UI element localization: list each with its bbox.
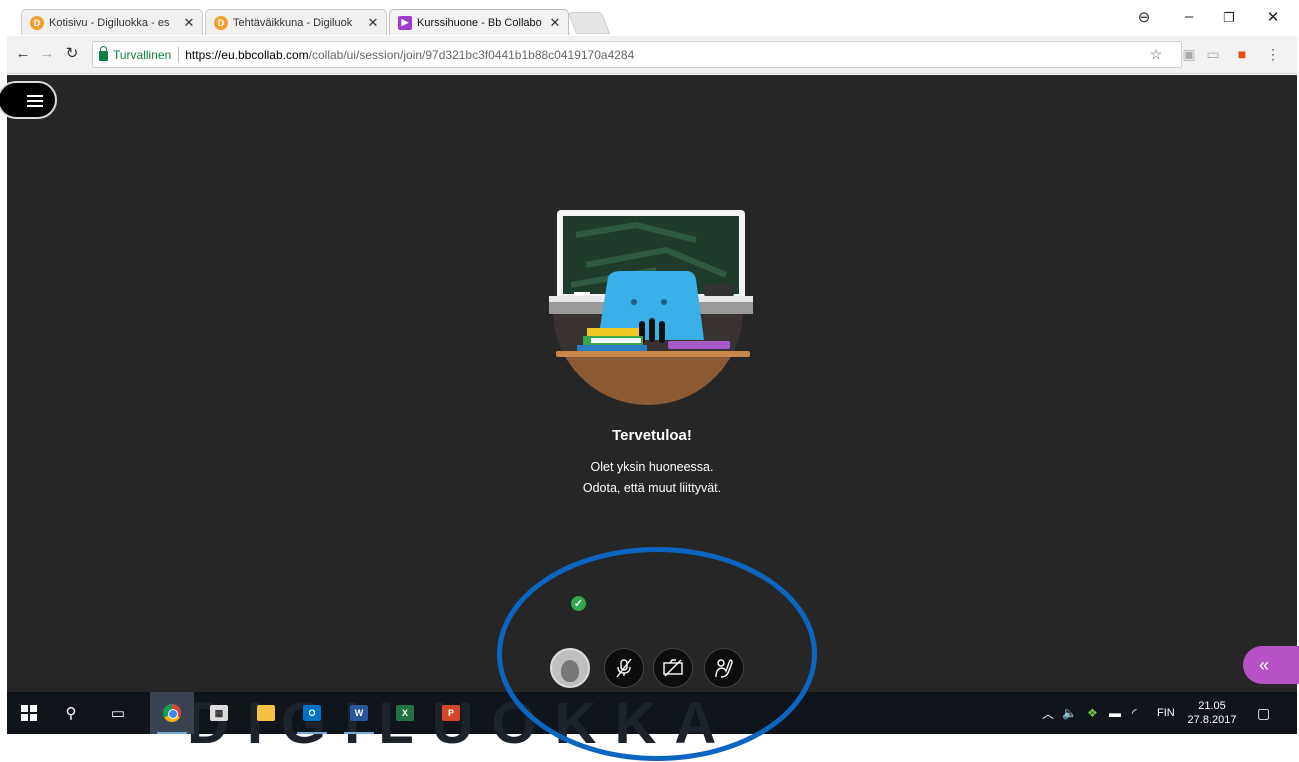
windows-logo-icon bbox=[21, 705, 37, 721]
url-path: /collab/ui/session/join/97d321bc3f0441b1… bbox=[308, 47, 635, 62]
folder-icon bbox=[257, 705, 275, 721]
clock-time: 21.05 bbox=[1198, 700, 1226, 712]
microphone-muted-icon bbox=[616, 658, 632, 678]
calculator-icon: ▦ bbox=[210, 705, 228, 721]
powerpoint-taskbar-button[interactable]: P bbox=[429, 692, 473, 734]
my-status-avatar-button[interactable] bbox=[550, 648, 590, 688]
chrome-taskbar-button[interactable] bbox=[150, 692, 194, 734]
secure-label: Turvallinen bbox=[113, 47, 172, 62]
wifi-icon[interactable]: ◜ bbox=[1132, 692, 1137, 734]
task-view-icon[interactable]: ▭ bbox=[96, 692, 140, 734]
raise-hand-icon bbox=[715, 659, 733, 678]
battery-icon[interactable]: ▬ bbox=[1109, 692, 1121, 734]
powerpoint-icon: P bbox=[442, 705, 460, 721]
start-button[interactable] bbox=[7, 692, 51, 734]
word-taskbar-button[interactable]: W bbox=[337, 692, 381, 734]
volume-icon[interactable]: 🔈 bbox=[1062, 692, 1077, 734]
bookmark-star-icon[interactable]: ☆ bbox=[1147, 46, 1165, 63]
forward-icon[interactable]: → bbox=[38, 45, 56, 63]
camera-toggle-button[interactable] bbox=[653, 648, 693, 688]
camera-off-icon bbox=[663, 659, 683, 677]
more-menu-icon[interactable]: ⋮ bbox=[1264, 46, 1282, 63]
tab-tehtavaikkuna[interactable]: D Tehtäväikkuna - Digiluok ✕ bbox=[205, 9, 387, 35]
account-icon[interactable]: ⊖ bbox=[1134, 8, 1154, 26]
tab-kurssihuone[interactable]: ▶ Kurssihuone - Bb Collabo ✕ bbox=[389, 9, 569, 35]
calculator-taskbar-button[interactable]: ▦ bbox=[197, 692, 241, 734]
url-host: https://eu.bbcollab.com bbox=[185, 47, 309, 62]
cast-icon[interactable]: ▭ bbox=[1204, 46, 1222, 63]
welcome-title: Tervetuloa! bbox=[612, 427, 692, 444]
outlook-taskbar-button[interactable]: O bbox=[290, 692, 334, 734]
divider bbox=[178, 46, 180, 63]
microphone-toggle-button[interactable] bbox=[604, 648, 644, 688]
menu-line bbox=[27, 95, 43, 97]
tab-title: Kotisivu - Digiluokka - es bbox=[49, 16, 170, 29]
bb-collaborate-icon: ▶ bbox=[398, 15, 412, 30]
file-explorer-taskbar-button[interactable] bbox=[244, 692, 288, 734]
screenshot: D Kotisivu - Digiluokka - es ✕ D Tehtävä… bbox=[0, 0, 1299, 762]
close-tab-icon[interactable]: ✕ bbox=[366, 15, 380, 31]
close-tab-icon[interactable]: ✕ bbox=[182, 15, 196, 31]
lock-icon bbox=[99, 45, 108, 61]
digiluokka-icon: D bbox=[30, 15, 44, 30]
session-menu-button[interactable] bbox=[0, 81, 57, 119]
status-check-icon: ✓ bbox=[569, 594, 588, 613]
back-icon[interactable]: ← bbox=[14, 45, 32, 63]
close-window-button[interactable]: ✕ bbox=[1263, 8, 1283, 26]
menu-line bbox=[27, 105, 43, 107]
browser-tab-strip: D Kotisivu - Digiluokka - es ✕ D Tehtävä… bbox=[7, 0, 1297, 36]
pdf-extension-icon[interactable]: ▣ bbox=[1180, 46, 1198, 63]
office-extension-icon[interactable]: ■ bbox=[1233, 46, 1251, 62]
windows-taskbar: DIGILUOKKA ⚲ ▭ ▦ O W X P ︿ 🔈 ❖ ▬ ◜ FIN 2… bbox=[7, 691, 1297, 756]
input-language-button[interactable]: FIN bbox=[1157, 692, 1175, 734]
new-tab-button[interactable] bbox=[567, 12, 611, 34]
tab-kotisivu[interactable]: D Kotisivu - Digiluokka - es ✕ bbox=[21, 9, 203, 35]
restore-button[interactable]: ❐ bbox=[1219, 10, 1239, 26]
tab-title: Tehtäväikkuna - Digiluok bbox=[233, 16, 353, 29]
welcome-message-wait: Odota, että muut liittyvät. bbox=[582, 481, 722, 495]
dropbox-icon[interactable]: ❖ bbox=[1087, 692, 1098, 734]
minimize-button[interactable]: – bbox=[1179, 8, 1199, 25]
action-center-icon[interactable]: ▢ bbox=[1257, 692, 1270, 734]
address-bar[interactable]: Turvallinen https://eu.bbcollab.com/coll… bbox=[92, 41, 1182, 68]
word-icon: W bbox=[350, 705, 368, 721]
collaborate-session: Tervetuloa! Olet yksin huoneessa. Odota,… bbox=[0, 75, 1299, 692]
reload-icon[interactable]: ↻ bbox=[63, 45, 81, 63]
chrome-icon bbox=[163, 704, 181, 722]
browser-toolbar: ← → ↻ Turvallinen https://eu.bbcollab.co… bbox=[7, 36, 1297, 74]
close-tab-icon[interactable]: ✕ bbox=[548, 15, 562, 31]
clock-date: 27.8.2017 bbox=[1187, 714, 1237, 726]
digiluokka-icon: D bbox=[214, 15, 228, 30]
welcome-message: Olet yksin huoneessa. bbox=[590, 460, 714, 474]
excel-icon: X bbox=[396, 705, 414, 721]
open-collaborate-panel-button[interactable]: « bbox=[1243, 646, 1299, 684]
raise-hand-button[interactable] bbox=[704, 648, 744, 688]
excel-taskbar-button[interactable]: X bbox=[383, 692, 427, 734]
show-hidden-icons-button[interactable]: ︿ bbox=[1042, 692, 1054, 734]
search-icon[interactable]: ⚲ bbox=[49, 692, 93, 734]
clock[interactable]: 21.05 27.8.2017 bbox=[1182, 692, 1242, 734]
tab-title: Kurssihuone - Bb Collabo bbox=[417, 16, 542, 29]
menu-line bbox=[27, 100, 43, 102]
empty-room-illustration bbox=[549, 210, 753, 405]
outlook-icon: O bbox=[303, 705, 321, 721]
avatar-photo bbox=[561, 660, 579, 682]
